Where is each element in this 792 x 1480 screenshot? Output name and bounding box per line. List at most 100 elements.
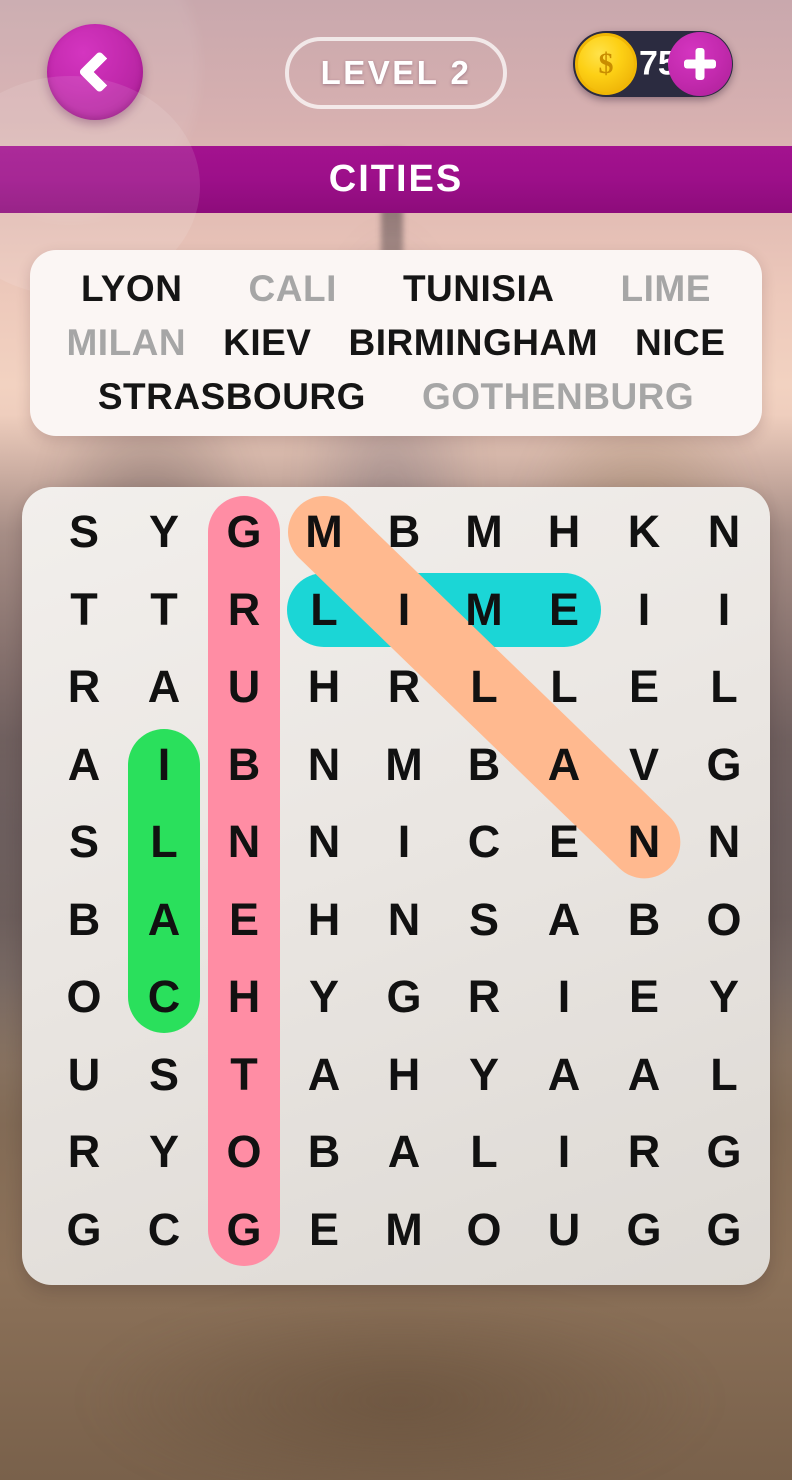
grid-letter[interactable]: T — [205, 1036, 283, 1114]
grid-letter[interactable]: N — [605, 803, 683, 881]
grid-letter[interactable]: R — [445, 958, 523, 1036]
grid-letter[interactable]: U — [205, 648, 283, 726]
grid-letter[interactable]: N — [205, 803, 283, 881]
grid-letter[interactable]: A — [525, 1036, 603, 1114]
word-item[interactable]: BIRMINGHAM — [348, 322, 598, 364]
word-item[interactable]: TUNISIA — [403, 268, 555, 310]
grid-letter[interactable]: M — [445, 493, 523, 571]
grid-letter[interactable]: Y — [125, 1113, 203, 1191]
grid-letter[interactable]: H — [525, 493, 603, 571]
grid-letter[interactable]: G — [605, 1191, 683, 1269]
grid-letter[interactable]: G — [365, 958, 443, 1036]
grid-letter[interactable]: A — [365, 1113, 443, 1191]
grid-letter[interactable]: E — [605, 958, 683, 1036]
word-item[interactable]: CALI — [249, 268, 337, 310]
grid-letter[interactable]: B — [365, 493, 443, 571]
word-item[interactable]: GOTHENBURG — [422, 376, 694, 418]
grid-letter[interactable]: N — [285, 803, 363, 881]
grid-letter[interactable]: H — [285, 648, 363, 726]
plus-icon[interactable] — [668, 32, 732, 96]
grid-letter[interactable]: L — [685, 1036, 763, 1114]
grid-letter[interactable]: E — [605, 648, 683, 726]
grid-letter[interactable]: S — [45, 493, 123, 571]
grid-letter[interactable]: A — [125, 648, 203, 726]
grid-letter[interactable]: I — [605, 571, 683, 649]
grid-letter[interactable]: A — [45, 726, 123, 804]
grid-letter[interactable]: L — [285, 571, 363, 649]
grid-letter[interactable]: H — [365, 1036, 443, 1114]
grid-letter[interactable]: M — [365, 726, 443, 804]
grid-letter[interactable]: O — [445, 1191, 523, 1269]
word-item[interactable]: LIME — [621, 268, 711, 310]
grid-letter[interactable]: Y — [685, 958, 763, 1036]
word-item[interactable]: STRASBOURG — [98, 376, 366, 418]
grid-letter[interactable]: N — [685, 493, 763, 571]
grid-letter[interactable]: O — [205, 1113, 283, 1191]
grid-letter[interactable]: A — [525, 881, 603, 959]
grid-letter[interactable]: K — [605, 493, 683, 571]
grid-letter[interactable]: N — [285, 726, 363, 804]
grid-letter[interactable]: L — [525, 648, 603, 726]
grid-letter[interactable]: B — [605, 881, 683, 959]
grid-letter[interactable]: I — [125, 726, 203, 804]
grid-letter[interactable]: R — [45, 1113, 123, 1191]
grid-letter[interactable]: S — [125, 1036, 203, 1114]
grid-letter[interactable]: M — [285, 493, 363, 571]
grid-letter[interactable]: L — [445, 648, 523, 726]
grid-letter[interactable]: R — [365, 648, 443, 726]
grid-letter[interactable]: I — [685, 571, 763, 649]
grid-letter[interactable]: Y — [125, 493, 203, 571]
grid-letter[interactable]: A — [605, 1036, 683, 1114]
grid-letter[interactable]: B — [285, 1113, 363, 1191]
grid-letter[interactable]: I — [365, 803, 443, 881]
grid-letter[interactable]: S — [445, 881, 523, 959]
grid-letter[interactable]: V — [605, 726, 683, 804]
grid-letter[interactable]: M — [445, 571, 523, 649]
grid-letter[interactable]: N — [365, 881, 443, 959]
grid-letter[interactable]: L — [685, 648, 763, 726]
grid-letter[interactable]: U — [45, 1036, 123, 1114]
grid-letter[interactable]: B — [45, 881, 123, 959]
grid-letter[interactable]: R — [205, 571, 283, 649]
grid-letter[interactable]: O — [685, 881, 763, 959]
grid-letter[interactable]: L — [125, 803, 203, 881]
coin-widget[interactable]: $ 75 — [573, 31, 733, 97]
grid-letter[interactable]: G — [205, 493, 283, 571]
grid-letter[interactable]: E — [285, 1191, 363, 1269]
grid-letter[interactable]: A — [285, 1036, 363, 1114]
grid-letter[interactable]: Y — [285, 958, 363, 1036]
grid-letter[interactable]: O — [45, 958, 123, 1036]
grid-letter[interactable]: T — [45, 571, 123, 649]
grid-letter[interactable]: G — [685, 726, 763, 804]
grid-letter[interactable]: B — [445, 726, 523, 804]
grid-letter[interactable]: T — [125, 571, 203, 649]
grid-letter[interactable]: I — [365, 571, 443, 649]
grid-letter[interactable]: U — [525, 1191, 603, 1269]
grid-letter[interactable]: I — [525, 1113, 603, 1191]
grid-letter[interactable]: N — [685, 803, 763, 881]
grid-letter[interactable]: Y — [445, 1036, 523, 1114]
grid-letter[interactable]: S — [45, 803, 123, 881]
grid-letter[interactable]: B — [205, 726, 283, 804]
grid-letter[interactable]: H — [285, 881, 363, 959]
grid-letter[interactable]: A — [125, 881, 203, 959]
grid-letter[interactable]: G — [45, 1191, 123, 1269]
word-item[interactable]: KIEV — [223, 322, 311, 364]
grid-letter[interactable]: H — [205, 958, 283, 1036]
grid-letter[interactable]: C — [125, 1191, 203, 1269]
grid-letter[interactable]: M — [365, 1191, 443, 1269]
grid-letter[interactable]: C — [445, 803, 523, 881]
word-item[interactable]: MILAN — [66, 322, 186, 364]
grid-letter[interactable]: G — [685, 1191, 763, 1269]
grid-letter[interactable]: A — [525, 726, 603, 804]
grid-letter[interactable]: E — [205, 881, 283, 959]
grid-letter[interactable]: G — [685, 1113, 763, 1191]
grid-letter[interactable]: E — [525, 571, 603, 649]
grid-letter[interactable]: G — [205, 1191, 283, 1269]
level-indicator[interactable]: LEVEL 2 — [285, 37, 507, 109]
grid-letter[interactable]: I — [525, 958, 603, 1036]
word-item[interactable]: NICE — [635, 322, 725, 364]
grid-letter[interactable]: R — [605, 1113, 683, 1191]
word-item[interactable]: LYON — [81, 268, 182, 310]
grid-letter[interactable]: R — [45, 648, 123, 726]
